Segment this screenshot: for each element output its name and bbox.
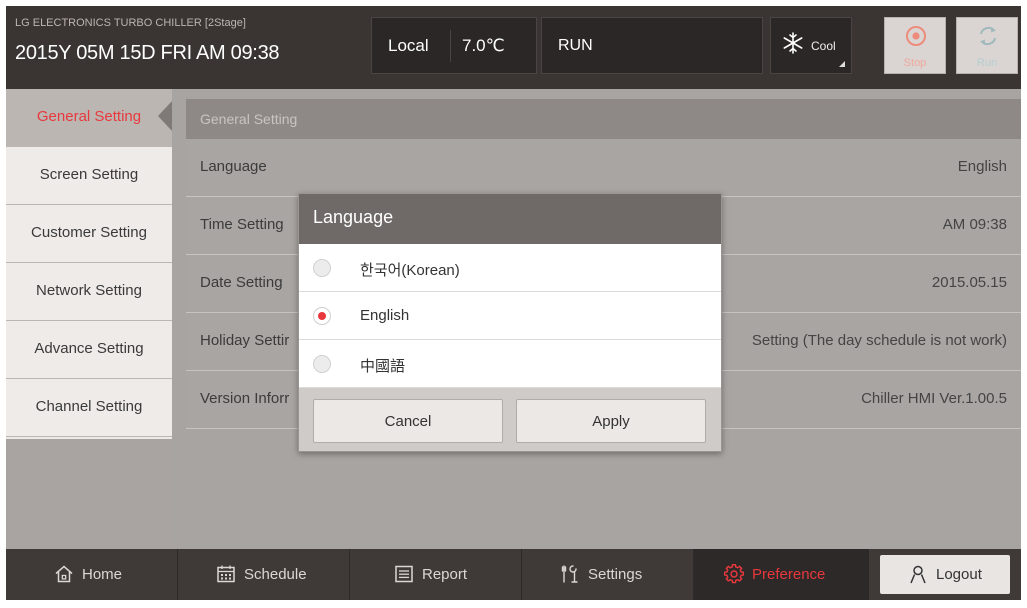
setting-row-language[interactable]: Language English <box>186 139 1021 197</box>
stop-icon <box>906 26 926 46</box>
option-label: English <box>360 307 410 324</box>
mode-temperature-box: Local 7.0℃ <box>371 17 537 74</box>
mode-label: Local <box>388 36 429 55</box>
radio-button[interactable] <box>313 259 331 277</box>
header-datetime: 2015Y 05M 15D FRI AM 09:38 <box>15 42 280 64</box>
nav-preference[interactable]: Preference <box>694 549 869 600</box>
wrench-icon <box>561 565 578 583</box>
sidebar-item-network-setting[interactable]: Network Setting <box>6 263 172 321</box>
nav-label: Home <box>82 566 123 583</box>
nav-report[interactable]: Report <box>350 549 522 600</box>
list-icon <box>395 565 413 583</box>
frame: LG ELECTRONICS TURBO CHILLER [2Stage] 20… <box>0 0 1027 608</box>
logout-button[interactable]: Logout <box>880 555 1010 594</box>
radio-button[interactable] <box>313 355 331 373</box>
sidebar-item-advance-setting[interactable]: Advance Setting <box>6 321 172 379</box>
run-button[interactable]: Run <box>956 17 1018 74</box>
mode-divider <box>450 30 451 62</box>
setting-value: Setting (The day schedule is not work) <box>751 332 1007 349</box>
setting-key: Version Inforr <box>200 390 290 407</box>
home-icon <box>55 565 73 583</box>
nav-home[interactable]: Home <box>6 549 178 600</box>
radio-button-selected[interactable] <box>313 307 331 325</box>
sidebar-item-channel-setting[interactable]: Channel Setting <box>6 379 172 437</box>
gear-icon <box>724 564 744 584</box>
setting-key: Time Setting <box>200 216 284 233</box>
cancel-label: Cancel <box>384 413 432 430</box>
sidebar-item-label: Network Setting <box>36 282 142 299</box>
option-label: 中國語 <box>360 358 406 375</box>
cool-mode-button[interactable]: Cool <box>770 17 852 74</box>
sidebar-item-label: Channel Setting <box>35 398 143 415</box>
sidebar-item-general-setting[interactable]: General Setting <box>6 89 172 147</box>
section-title-bar: General Setting <box>186 99 1021 139</box>
bottom-nav: Home Schedule Report Settings Preference… <box>6 549 1021 600</box>
apply-label: Apply <box>592 413 630 430</box>
language-dialog: Language 한국어(Korean) English 中國語 Cancel … <box>298 193 722 452</box>
cool-label: Cool <box>811 39 836 53</box>
sidebar-item-label: Advance Setting <box>34 340 144 357</box>
setting-key: Holiday Settir <box>200 332 290 349</box>
header: LG ELECTRONICS TURBO CHILLER [2Stage] 20… <box>6 6 1021 89</box>
header-subtitle: LG ELECTRONICS TURBO CHILLER [2Stage] <box>15 17 246 29</box>
user-icon <box>910 565 926 584</box>
nav-schedule[interactable]: Schedule <box>178 549 350 600</box>
language-option-korean[interactable]: 한국어(Korean) <box>299 244 721 292</box>
calendar-icon <box>217 565 235 583</box>
section-title: General Setting <box>200 111 298 127</box>
snowflake-icon <box>783 32 803 54</box>
nav-label: Preference <box>752 566 826 583</box>
setting-value: AM 09:38 <box>942 216 1007 233</box>
status-box: RUN <box>541 17 763 74</box>
option-label: 한국어(Korean) <box>360 262 460 279</box>
setting-value: 2015.05.15 <box>931 274 1007 291</box>
sidebar-item-label: Customer Setting <box>31 224 147 241</box>
sidebar-item-label: General Setting <box>36 108 142 125</box>
run-label: Run <box>976 57 998 69</box>
sidebar-item-label: Screen Setting <box>39 166 139 183</box>
setting-value: English <box>957 158 1007 175</box>
status-text: RUN <box>558 37 593 54</box>
apply-button[interactable]: Apply <box>516 399 706 443</box>
setting-key: Date Setting <box>200 274 283 291</box>
nav-label: Report <box>422 566 468 583</box>
dropdown-corner-icon <box>839 61 845 67</box>
sidebar-item-screen-setting[interactable]: Screen Setting <box>6 147 172 205</box>
sidebar: General Setting Screen Setting Customer … <box>6 89 172 549</box>
temperature-value: 7.0℃ <box>462 36 505 55</box>
nav-label: Settings <box>588 566 643 583</box>
language-option-english[interactable]: English <box>299 292 721 340</box>
cancel-button[interactable]: Cancel <box>313 399 503 443</box>
stop-button[interactable]: Stop <box>884 17 946 74</box>
active-pointer-icon <box>158 101 172 131</box>
refresh-run-icon <box>980 26 996 46</box>
nav-settings[interactable]: Settings <box>522 549 694 600</box>
stop-label: Stop <box>903 57 927 69</box>
setting-value: Chiller HMI Ver.1.00.5 <box>861 390 1007 407</box>
sidebar-item-customer-setting[interactable]: Customer Setting <box>6 205 172 263</box>
dialog-title: Language <box>313 207 394 227</box>
nav-label: Schedule <box>244 566 307 583</box>
dialog-title-bar: Language <box>299 194 721 244</box>
sidebar-empty-area <box>6 439 172 549</box>
language-option-chinese[interactable]: 中國語 <box>299 340 721 388</box>
logout-label: Logout <box>936 566 982 583</box>
setting-key: Language <box>200 158 267 175</box>
